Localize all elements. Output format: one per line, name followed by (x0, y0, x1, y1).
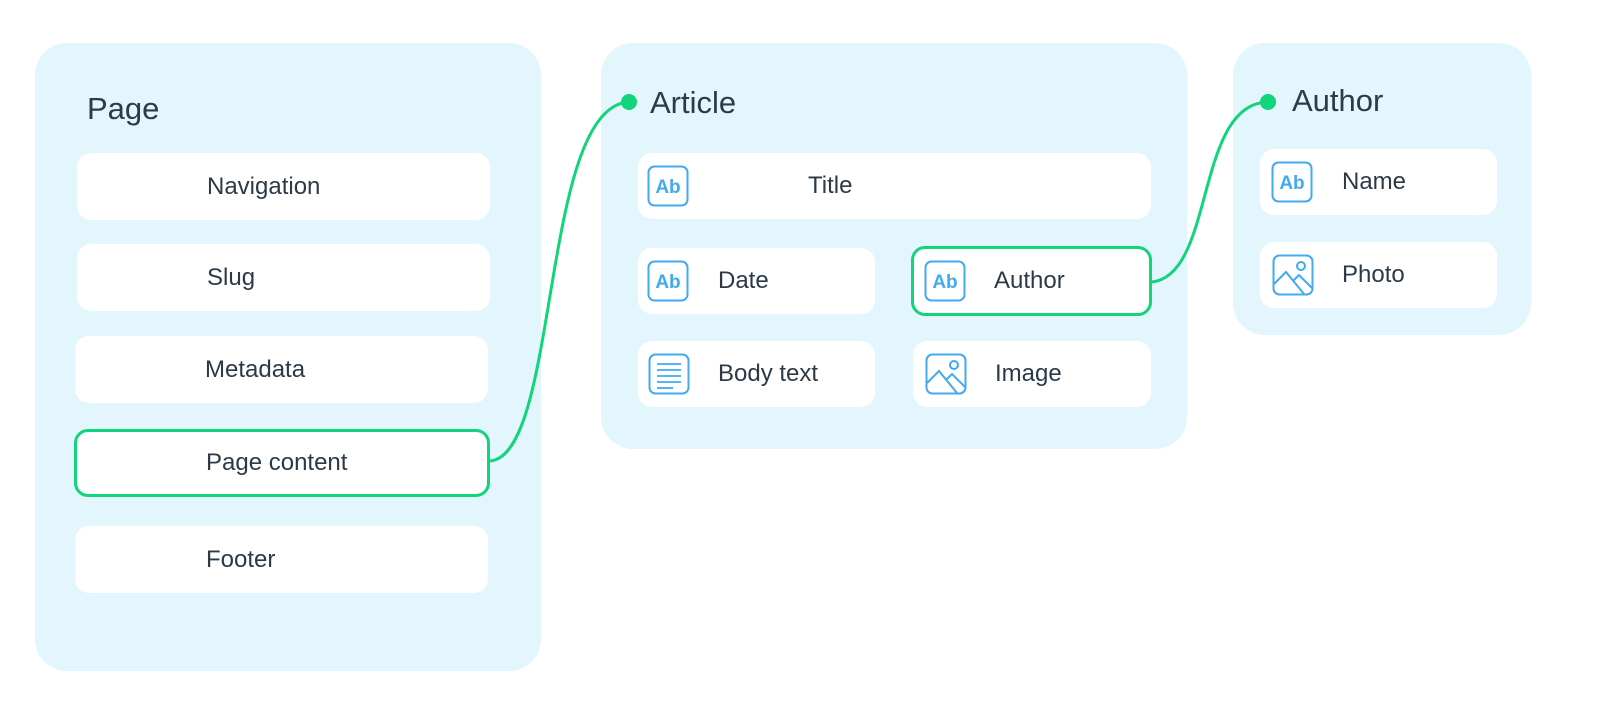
field-label: Title (808, 172, 853, 199)
rich-text-icon (648, 353, 690, 395)
page-field-metadata[interactable]: Metadata (75, 336, 488, 403)
page-panel-title: Page (87, 91, 160, 126)
field-label: Author (994, 267, 1065, 294)
article-field-image[interactable]: Image (913, 341, 1151, 407)
svg-text:Ab: Ab (932, 272, 957, 293)
author-field-photo[interactable]: Photo (1260, 242, 1497, 308)
svg-text:Ab: Ab (655, 272, 680, 293)
page-field-navigation[interactable]: Navigation (77, 153, 490, 220)
field-label: Metadata (205, 355, 306, 383)
field-label: Photo (1342, 261, 1405, 288)
page-field-slug[interactable]: Slug (77, 244, 490, 311)
text-icon: Ab (1271, 161, 1313, 203)
author-panel: Author Ab Name Photo (1233, 43, 1531, 335)
article-panel-title: Article (650, 85, 737, 120)
field-label: Page content (206, 449, 348, 476)
text-icon: Ab (924, 260, 966, 302)
author-panel-title: Author (1292, 83, 1384, 118)
page-panel: Page Navigation Slug Metadata Page conte… (35, 43, 541, 671)
author-field-name[interactable]: Ab Name (1260, 149, 1497, 215)
article-field-author[interactable]: Ab Author (911, 246, 1152, 316)
field-label: Slug (207, 263, 256, 291)
article-field-title[interactable]: Ab Title (638, 153, 1151, 219)
article-field-body-text[interactable]: Body text (638, 341, 875, 407)
svg-text:Ab: Ab (655, 177, 680, 198)
field-label: Footer (206, 545, 276, 573)
image-icon (925, 353, 967, 395)
page-field-page-content[interactable]: Page content (74, 429, 490, 497)
field-label: Body text (718, 360, 819, 387)
page-field-footer[interactable]: Footer (75, 526, 488, 593)
field-label: Date (718, 267, 769, 294)
article-field-date[interactable]: Ab Date (638, 248, 875, 314)
field-label: Name (1342, 168, 1407, 195)
field-label: Navigation (207, 172, 321, 200)
text-icon: Ab (647, 165, 689, 207)
text-icon: Ab (647, 260, 689, 302)
field-label: Image (995, 360, 1062, 387)
article-panel: Article Ab Title Ab Date Ab Author Body … (601, 43, 1187, 449)
image-icon (1272, 254, 1314, 296)
svg-text:Ab: Ab (1279, 173, 1304, 194)
